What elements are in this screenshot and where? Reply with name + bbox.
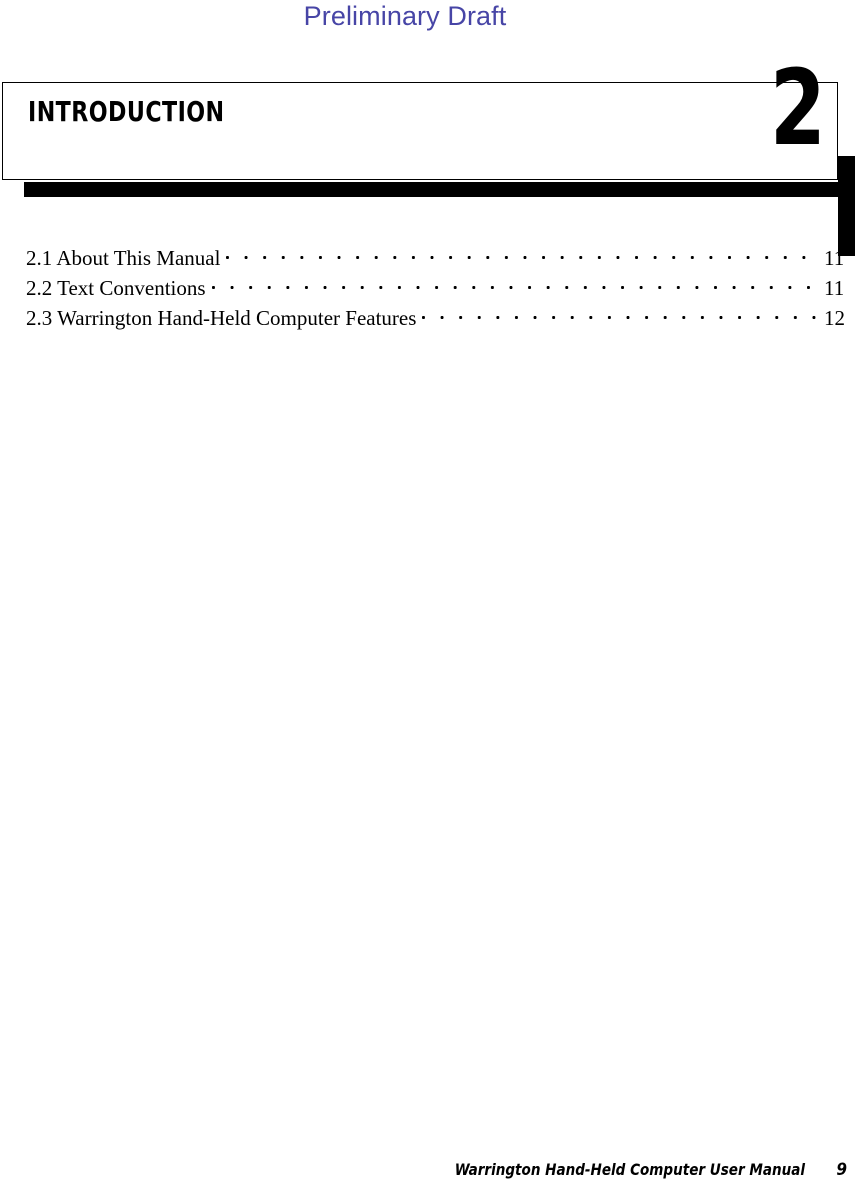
preliminary-draft-watermark: Preliminary Draft (303, 1, 507, 31)
toc-entry-label: 2.2 Text Conventions (26, 276, 206, 300)
toc-entry[interactable]: 2.2 Text Conventions 11 (26, 273, 850, 303)
toc-entry-page: 11 (824, 246, 845, 270)
toc-entry-label: 2.1 About This Manual (26, 246, 221, 270)
toc-entry-page: 12 (824, 306, 845, 330)
footer-page-number: 9 (836, 1160, 847, 1180)
page-footer: Warrington Hand-Held Computer User Manua… (0, 1159, 855, 1183)
toc-entry[interactable]: 2.3 Warrington Hand-Held Computer Featur… (26, 303, 850, 333)
chapter-title: Introduction (28, 85, 225, 131)
table-of-contents: 2.1 About This Manual 11 2.2 Text Conven… (26, 243, 850, 333)
toc-dot-leader (211, 273, 816, 295)
chapter-number: 2 (769, 47, 826, 169)
toc-dot-leader (226, 243, 816, 265)
footer-document-title: Warrington Hand-Held Computer User Manua… (454, 1160, 805, 1179)
toc-dot-leader (422, 303, 816, 325)
toc-entry-page: 11 (824, 276, 845, 300)
toc-entry-label: 2.3 Warrington Hand-Held Computer Featur… (26, 306, 417, 330)
chapter-banner-shadow-bottom (24, 182, 855, 197)
chapter-banner-shadow-right (838, 156, 855, 256)
chapter-heading-banner: Introduction 2 (0, 56, 855, 256)
toc-entry[interactable]: 2.1 About This Manual 11 (26, 243, 850, 273)
